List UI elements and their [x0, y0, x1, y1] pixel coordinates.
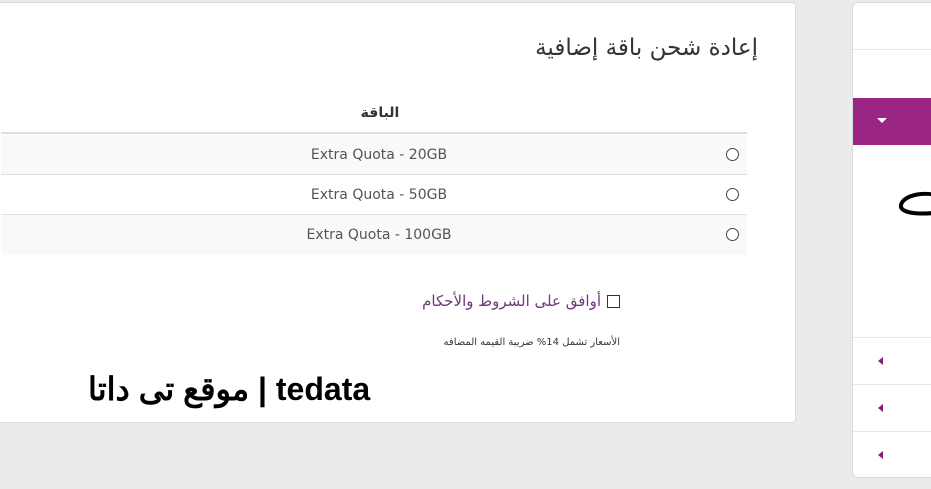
package-name: Extra Quota - 100GB	[306, 227, 452, 243]
recharge-panel: إعادة شحن باقة إضافية الباقة Extra Quota…	[0, 2, 796, 423]
sidebar-menu	[852, 2, 931, 478]
package-name: Extra Quota - 20GB	[310, 147, 448, 163]
terms-agreement[interactable]: أوافق على الشروط والأحكام	[422, 292, 620, 310]
caret-left-icon	[878, 451, 883, 459]
watermark: tedata | موقع تى داتا	[88, 371, 371, 407]
package-column-header: الباقة	[360, 105, 400, 121]
caret-down-icon	[877, 118, 887, 123]
caret-left-icon	[878, 357, 883, 365]
package-radio-50gb[interactable]	[726, 188, 739, 201]
package-row-20gb[interactable]: Extra Quota - 20GB	[1, 135, 747, 175]
scribble-mark	[899, 191, 931, 216]
package-row-50gb[interactable]: Extra Quota - 50GB	[1, 175, 747, 215]
package-radio-100gb[interactable]	[726, 228, 739, 241]
package-row-100gb[interactable]: Extra Quota - 100GB	[1, 215, 747, 255]
terms-link[interactable]: أوافق على الشروط والأحكام	[422, 292, 601, 310]
page-title: إعادة شحن باقة إضافية	[535, 35, 758, 61]
sidebar-item-active[interactable]	[853, 98, 931, 145]
sidebar-header	[853, 3, 931, 50]
caret-left-icon	[878, 404, 883, 412]
sidebar-item[interactable]	[853, 337, 931, 385]
sidebar-item[interactable]	[853, 384, 931, 432]
terms-checkbox[interactable]	[607, 294, 620, 308]
packages-table-header: الباقة	[1, 99, 747, 134]
package-radio-20gb[interactable]	[726, 148, 739, 161]
package-name: Extra Quota - 50GB	[310, 187, 448, 203]
sidebar-item[interactable]	[853, 431, 931, 477]
vat-note: الأسعار تشمل 14% ضريبة القيمه المضافه	[443, 337, 620, 348]
